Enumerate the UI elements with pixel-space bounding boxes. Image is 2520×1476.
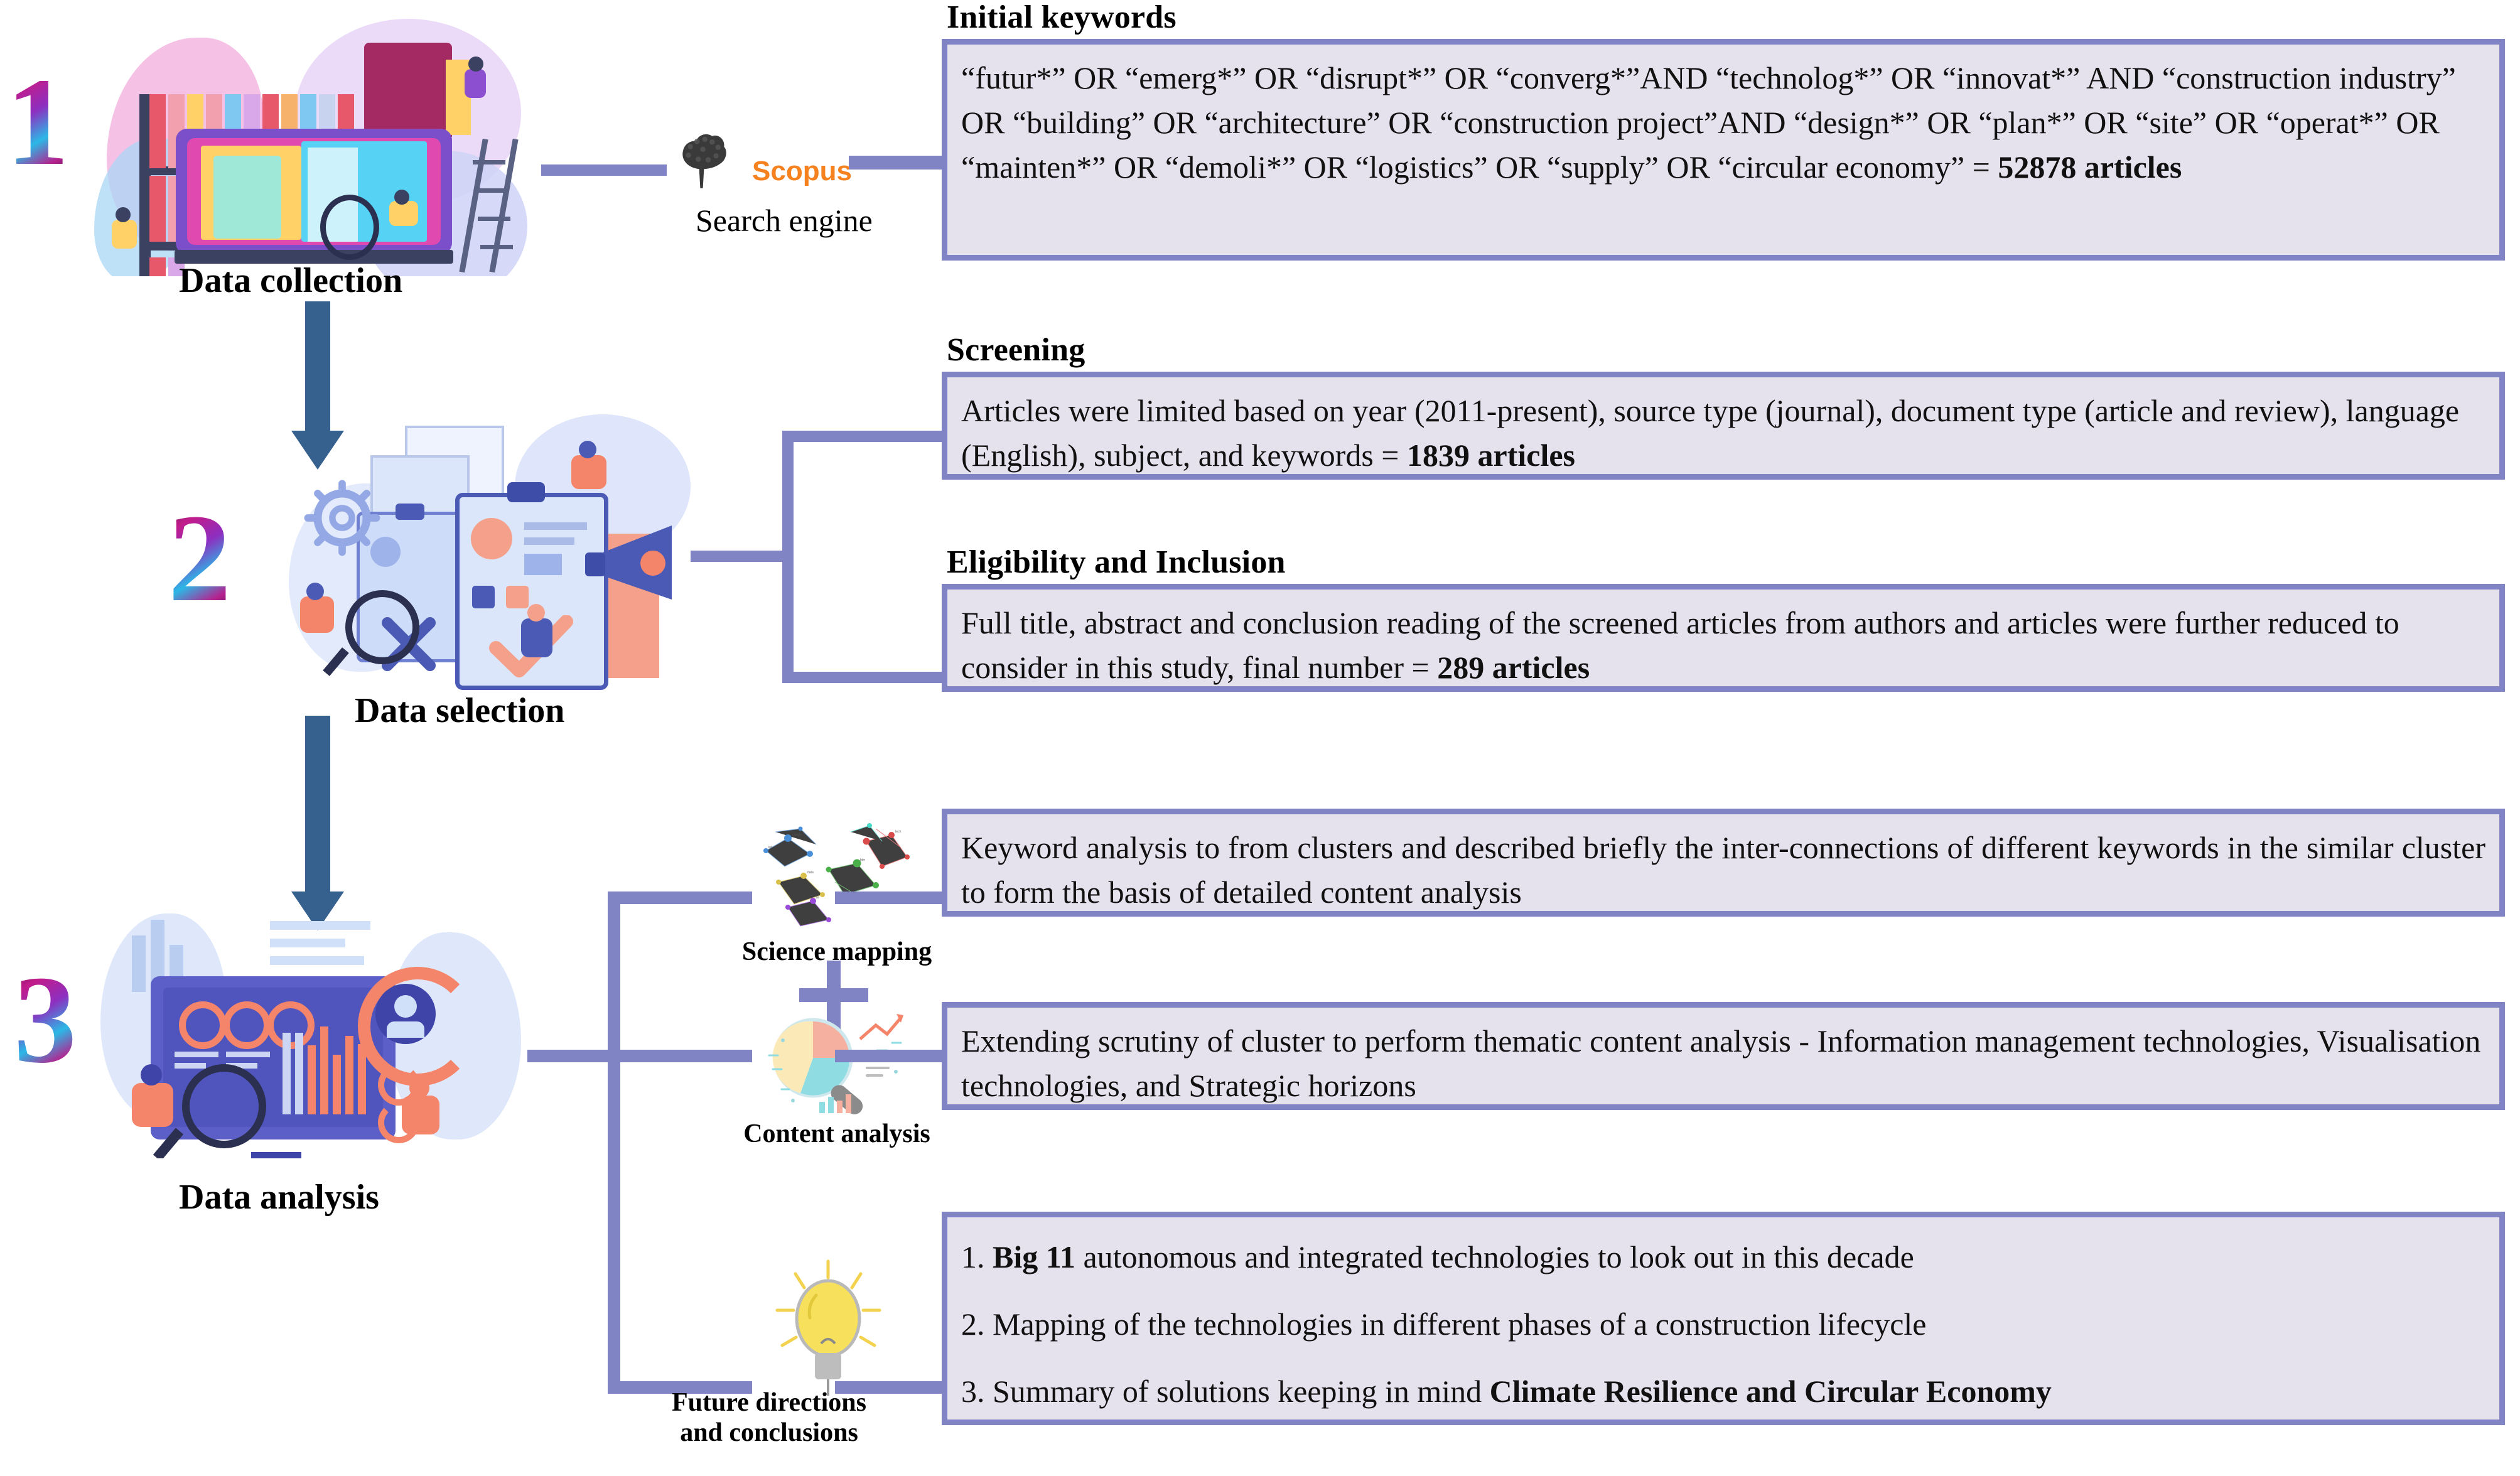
data-selection-illustration: [276, 408, 703, 691]
connector-future-directions-to-box: [835, 1381, 954, 1394]
connector-stage2-to-screening: [782, 431, 952, 442]
connector-stage3-to-content-analysis: [608, 1050, 752, 1062]
lightbulb-icon: [761, 1252, 896, 1400]
svg-text:data: data: [807, 871, 814, 875]
connector-stage2-spine: [782, 431, 794, 683]
elsevier-tree-icon: [669, 126, 735, 191]
screening-text: Articles were limited based on year (201…: [961, 393, 2460, 473]
initial-keywords-header: Initial keywords: [947, 0, 1177, 35]
eligibility-text: Full title, abstract and conclusion read…: [961, 605, 2399, 685]
connector-scopus-to-keywords-box: [849, 156, 949, 170]
science-mapping-text: Keyword analysis to from clusters and de…: [961, 830, 2485, 910]
eligibility-header: Eligibility and Inclusion: [947, 544, 1286, 580]
svg-text:iot: iot: [768, 846, 772, 849]
initial-keywords-box: “futur*” OR “emerg*” OR “disrupt*” OR “c…: [942, 39, 2505, 261]
connector-science-mapping-to-box: [835, 892, 954, 904]
stage-1-caption: Data collection: [179, 261, 403, 300]
connector-stage2-trunk: [691, 551, 788, 562]
initial-keywords-text: “futur*” OR “emerg*” OR “disrupt*” OR “c…: [961, 60, 2456, 185]
network-cluster-map-icon: cluster tech bim data ai iot: [741, 813, 929, 939]
science-mapping-box: Keyword analysis to from clusters and de…: [942, 809, 2505, 917]
content-analysis-text: Extending scrutiny of cluster to perform…: [961, 1023, 2481, 1103]
connector-stage3-trunk: [527, 1050, 618, 1062]
svg-text:ai: ai: [816, 896, 819, 900]
eligibility-box: Full title, abstract and conclusion read…: [942, 584, 2505, 692]
screening-header: Screening: [947, 332, 1085, 368]
connector-stage3-spine: [608, 892, 620, 1394]
list-item: 2. Mapping of the technologies in differ…: [961, 1306, 1927, 1342]
connector-stage1-to-scopus: [541, 164, 667, 176]
list-item: 1. Big 11 autonomous and integrated tech…: [961, 1239, 1914, 1274]
connector-content-analysis-to-box: [835, 1050, 954, 1062]
stage-2-caption: Data selection: [355, 691, 565, 730]
methodology-flowchart: 1 Data collection Scopus Search engine I…: [0, 0, 2520, 1476]
search-engine-caption: Search engine: [696, 203, 873, 238]
connector-stage2-to-eligibility: [782, 672, 952, 683]
data-collection-illustration: [94, 13, 534, 276]
svg-text:cluster: cluster: [792, 833, 802, 837]
stage-2-number: 2: [168, 489, 231, 628]
arrow-stage2-to-stage3-stem: [305, 716, 330, 895]
list-item: 3. Summary of solutions keeping in mind …: [961, 1374, 2052, 1409]
svg-text:bim: bim: [860, 858, 865, 862]
data-analysis-illustration: [94, 876, 527, 1158]
svg-text:tech: tech: [895, 830, 902, 834]
connector-stage3-to-science-mapping: [608, 892, 752, 904]
stage-1-number: 1: [6, 53, 69, 191]
future-directions-label: Future directions and conclusions: [634, 1387, 904, 1448]
screening-box: Articles were limited based on year (201…: [942, 372, 2505, 480]
future-directions-box: 1. Big 11 autonomous and integrated tech…: [942, 1212, 2505, 1425]
stage-3-number: 3: [14, 951, 77, 1089]
content-analysis-box: Extending scrutiny of cluster to perform…: [942, 1002, 2505, 1110]
scopus-logo-label: Scopus: [752, 156, 852, 186]
future-directions-label-line2: and conclusions: [680, 1418, 858, 1448]
future-directions-list: 1. Big 11 autonomous and integrated tech…: [947, 1217, 2499, 1423]
stage-3-caption: Data analysis: [179, 1178, 379, 1217]
content-analysis-label: Content analysis: [743, 1119, 930, 1148]
